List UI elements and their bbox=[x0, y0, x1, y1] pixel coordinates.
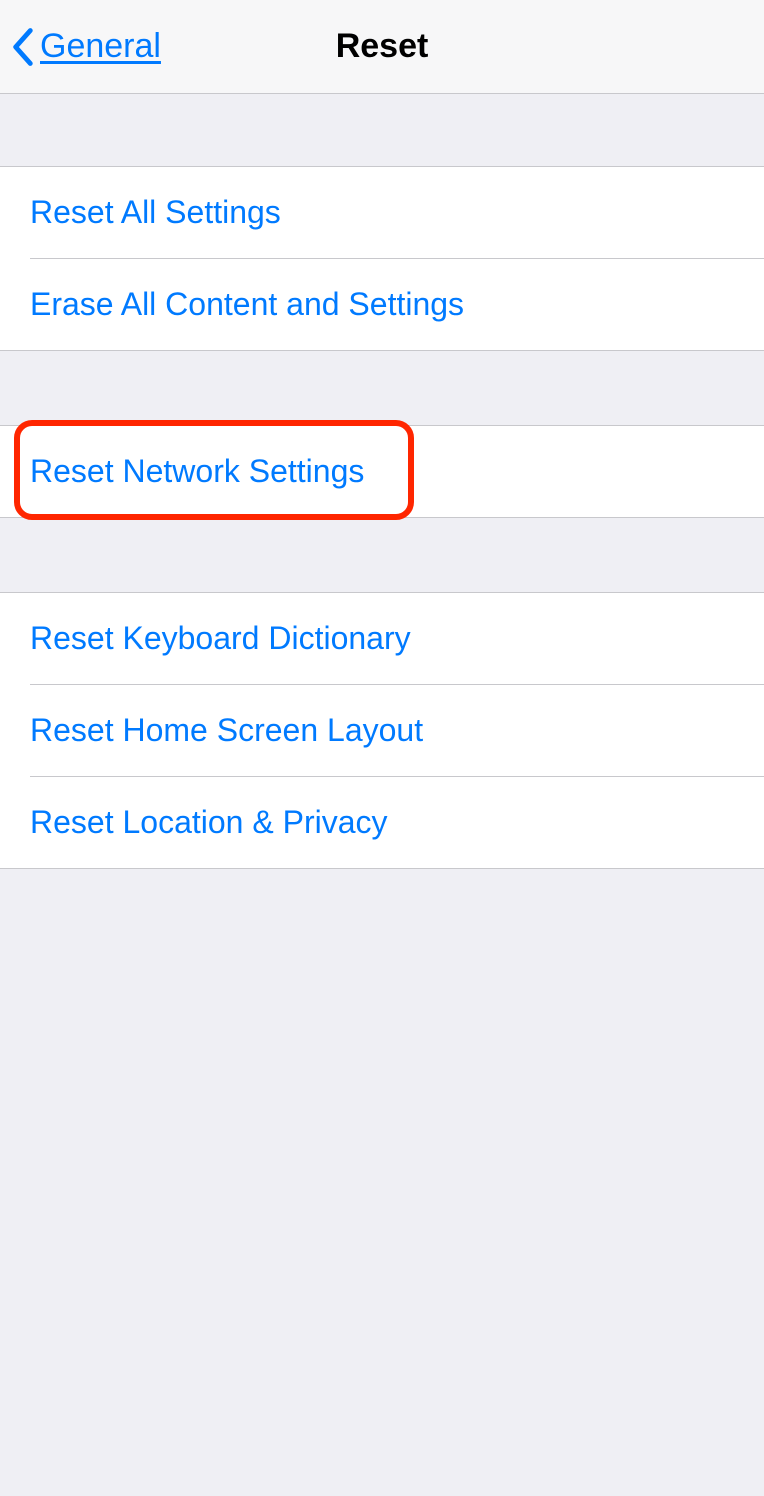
section-gap bbox=[0, 518, 764, 592]
section-gap bbox=[0, 351, 764, 425]
row-label: Reset Home Screen Layout bbox=[30, 712, 423, 749]
back-label: General bbox=[40, 27, 161, 66]
section-network: Reset Network Settings bbox=[0, 425, 764, 518]
row-reset-home-screen-layout[interactable]: Reset Home Screen Layout bbox=[0, 685, 764, 776]
row-reset-network-settings[interactable]: Reset Network Settings bbox=[0, 426, 764, 517]
nav-bar: General Reset bbox=[0, 0, 764, 94]
row-label: Erase All Content and Settings bbox=[30, 286, 464, 323]
row-label: Reset Location & Privacy bbox=[30, 804, 388, 841]
page-title: Reset bbox=[336, 27, 429, 66]
section-general-reset: Reset All Settings Erase All Content and… bbox=[0, 166, 764, 351]
row-reset-keyboard-dictionary[interactable]: Reset Keyboard Dictionary bbox=[0, 593, 764, 684]
row-erase-all-content[interactable]: Erase All Content and Settings bbox=[0, 259, 764, 350]
row-label: Reset Keyboard Dictionary bbox=[30, 620, 411, 657]
section-gap bbox=[0, 94, 764, 166]
row-reset-all-settings[interactable]: Reset All Settings bbox=[0, 167, 764, 258]
chevron-left-icon bbox=[10, 25, 36, 69]
section-other-resets: Reset Keyboard Dictionary Reset Home Scr… bbox=[0, 592, 764, 869]
row-reset-location-privacy[interactable]: Reset Location & Privacy bbox=[0, 777, 764, 868]
row-label: Reset All Settings bbox=[30, 194, 281, 231]
row-label: Reset Network Settings bbox=[30, 453, 364, 490]
back-button[interactable]: General bbox=[10, 25, 161, 69]
